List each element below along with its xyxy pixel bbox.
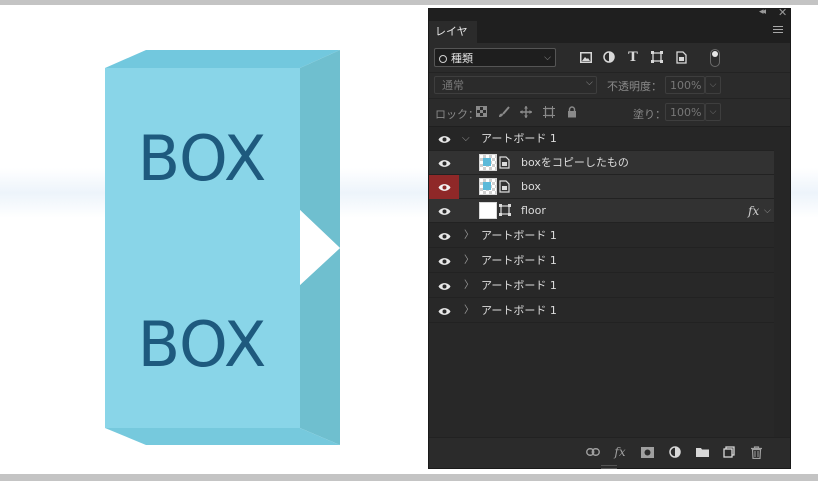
layer-row[interactable]: floor fx ⌵ bbox=[429, 199, 774, 223]
filter-kind-label: 種類 bbox=[451, 52, 473, 65]
chevron-down-icon: ⌵ bbox=[544, 53, 551, 63]
layer-name: アートボード 1 bbox=[481, 132, 557, 145]
layer-row[interactable]: 〉 アートボード 1 bbox=[429, 224, 774, 248]
visibility-eye-icon[interactable] bbox=[429, 127, 459, 151]
panel-menu-icon[interactable] bbox=[773, 26, 783, 35]
filter-toggle[interactable] bbox=[710, 49, 720, 67]
layers-panel: ◂◂ ✕ レイヤー 種類 ⌵ T 通常 ⌵ 不透明度： 100% ⌵ ロッ bbox=[428, 6, 791, 469]
layer-row[interactable]: 〉 アートボード 1 bbox=[429, 249, 774, 273]
smart-object-icon bbox=[499, 180, 510, 193]
delete-layer-icon[interactable] bbox=[749, 445, 763, 459]
search-icon bbox=[439, 55, 447, 63]
chevron-down-icon[interactable]: ⌵ bbox=[462, 127, 470, 151]
layer-thumbnail bbox=[479, 202, 497, 219]
chevron-right-icon[interactable]: 〉 bbox=[464, 224, 474, 248]
layer-row[interactable]: boxをコピーしたもの bbox=[429, 151, 774, 175]
layer-row[interactable]: ⌵ アートボード 1 bbox=[429, 127, 774, 151]
type-filter-icon[interactable]: T bbox=[626, 50, 640, 65]
box-top-face bbox=[105, 50, 340, 68]
adjustment-layer-icon[interactable] bbox=[668, 445, 682, 459]
layer-name: box bbox=[521, 180, 541, 193]
layer-name: boxをコピーしたもの bbox=[521, 156, 629, 169]
filter-kind-select[interactable]: 種類 ⌵ bbox=[434, 48, 556, 67]
box-artwork: BOX BOX bbox=[105, 50, 340, 445]
layer-thumbnail bbox=[479, 178, 497, 195]
visibility-eye-icon[interactable] bbox=[429, 249, 459, 273]
smart-object-icon bbox=[499, 156, 510, 169]
box-label-bottom: BOX bbox=[138, 308, 267, 381]
chevron-right-icon[interactable]: 〉 bbox=[464, 274, 474, 298]
lock-artboard-icon[interactable] bbox=[542, 105, 555, 118]
lock-all-icon[interactable] bbox=[565, 105, 578, 118]
visibility-eye-icon[interactable] bbox=[429, 224, 459, 248]
lock-position-icon[interactable] bbox=[519, 105, 532, 118]
fill-dropdown-button[interactable]: ⌵ bbox=[705, 103, 721, 121]
box-bottom-face bbox=[105, 428, 340, 445]
shape-filter-icon[interactable] bbox=[650, 50, 664, 64]
smart-object-filter-icon[interactable] bbox=[674, 50, 688, 64]
layer-mask-icon[interactable] bbox=[640, 445, 654, 459]
filter-row: 種類 ⌵ T bbox=[429, 46, 790, 70]
new-layer-icon[interactable] bbox=[722, 445, 736, 459]
new-group-icon[interactable] bbox=[695, 445, 709, 459]
fx-icon[interactable]: fx bbox=[613, 445, 627, 459]
chevron-down-icon[interactable]: ⌵ bbox=[764, 199, 771, 223]
layer-name: アートボード 1 bbox=[481, 304, 557, 317]
panel-bottom-bar: fx bbox=[429, 437, 790, 469]
visibility-eye-icon[interactable] bbox=[429, 151, 459, 175]
layer-row[interactable]: 〉 アートボード 1 bbox=[429, 299, 774, 323]
layer-list: ⌵ アートボード 1 boxをコピーしたもの box floor fx ⌵ 〉 … bbox=[429, 126, 790, 437]
link-layers-icon[interactable] bbox=[586, 445, 600, 459]
panel-resize-grip[interactable] bbox=[601, 465, 617, 469]
layer-effects-badge[interactable]: fx bbox=[748, 199, 759, 223]
layer-thumbnail bbox=[479, 154, 497, 171]
image-filter-icon[interactable] bbox=[579, 50, 593, 64]
blend-row: 通常 ⌵ 不透明度： 100% ⌵ bbox=[429, 72, 790, 97]
collapse-icon[interactable]: ◂◂ bbox=[759, 7, 766, 17]
layer-name: アートボード 1 bbox=[481, 279, 557, 292]
panel-tab-bar: レイヤー bbox=[429, 21, 790, 60]
fill-field[interactable]: 100% bbox=[665, 103, 705, 121]
box-label-top: BOX bbox=[138, 122, 267, 195]
layer-list-scrollbar[interactable] bbox=[774, 127, 790, 437]
layer-name: floor bbox=[521, 204, 546, 217]
chevron-right-icon[interactable]: 〉 bbox=[464, 249, 474, 273]
visibility-eye-icon[interactable] bbox=[429, 199, 459, 223]
tab-layers[interactable]: レイヤー bbox=[429, 21, 477, 60]
chevron-right-icon[interactable]: 〉 bbox=[464, 299, 474, 323]
lock-row: ロック： 塗り： 100% ⌵ bbox=[429, 98, 790, 125]
bottom-edge bbox=[0, 474, 818, 481]
opacity-label: 不透明度： bbox=[607, 80, 662, 93]
layer-name: アートボード 1 bbox=[481, 229, 557, 242]
shape-layer-icon bbox=[499, 204, 511, 217]
blend-mode-select[interactable]: 通常 bbox=[434, 76, 597, 94]
opacity-dropdown-button[interactable]: ⌵ bbox=[705, 76, 721, 94]
adjustment-filter-icon[interactable] bbox=[602, 50, 616, 64]
layer-name: アートボード 1 bbox=[481, 254, 557, 267]
layer-row[interactable]: 〉 アートボード 1 bbox=[429, 274, 774, 298]
lock-label: ロック： bbox=[435, 108, 479, 121]
visibility-eye-icon[interactable] bbox=[429, 299, 459, 323]
layer-row[interactable]: box bbox=[429, 175, 774, 199]
lock-image-pixels-icon[interactable] bbox=[497, 105, 510, 118]
lock-transparent-pixels-icon[interactable] bbox=[475, 105, 488, 118]
fill-label: 塗り： bbox=[633, 108, 666, 121]
opacity-field[interactable]: 100% bbox=[665, 76, 705, 94]
panel-title-bar[interactable]: ◂◂ ✕ bbox=[429, 6, 790, 21]
close-icon[interactable]: ✕ bbox=[778, 6, 787, 19]
visibility-eye-icon[interactable] bbox=[429, 175, 459, 199]
visibility-eye-icon[interactable] bbox=[429, 274, 459, 298]
